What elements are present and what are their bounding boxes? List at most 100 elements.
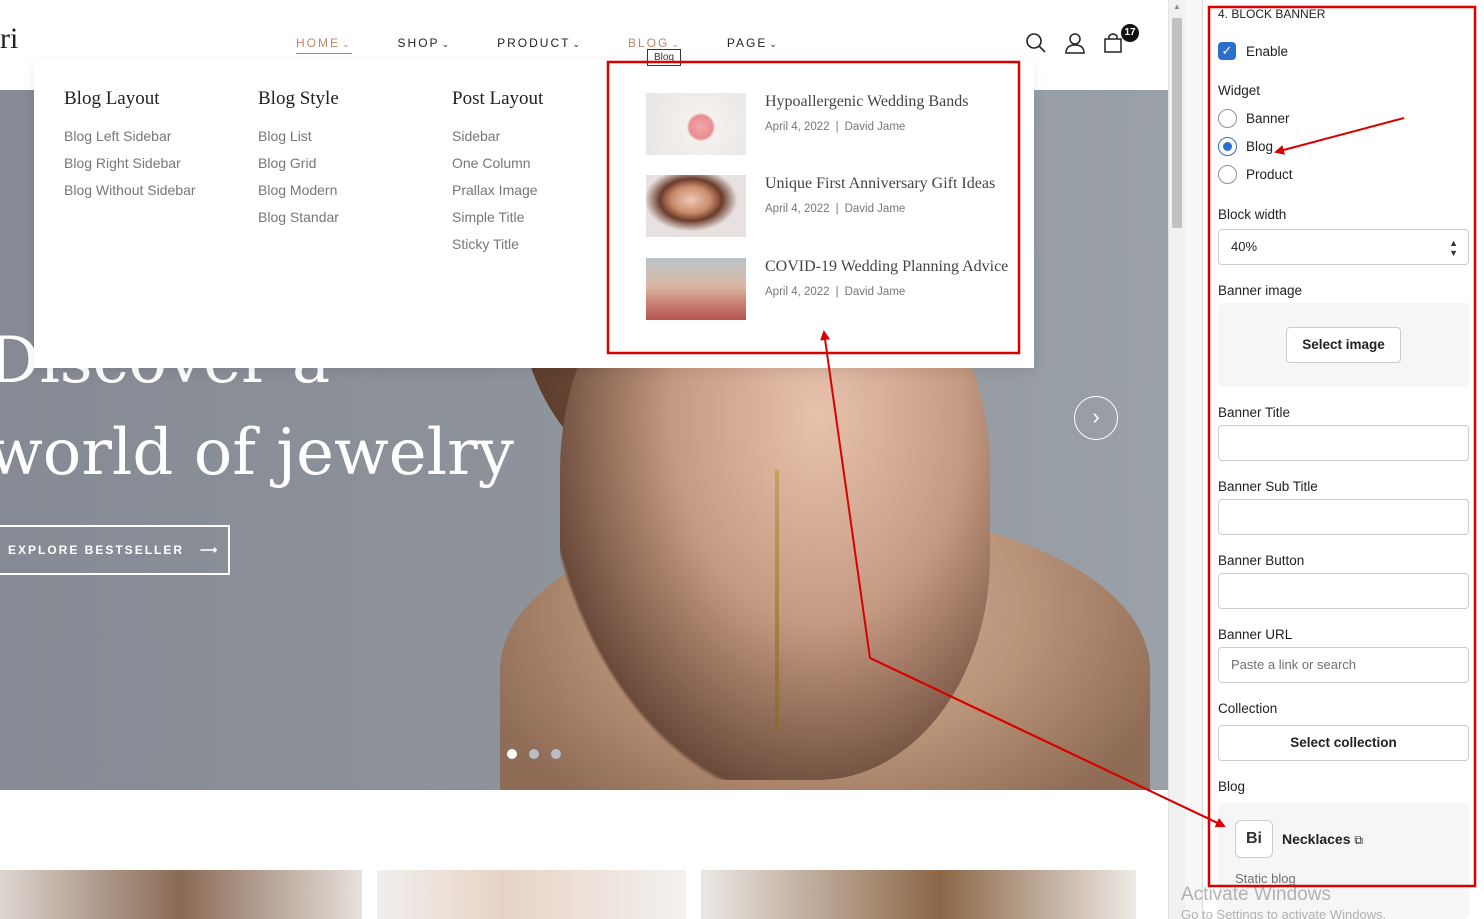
external-link-icon[interactable]: ⧉ (1354, 833, 1363, 847)
nav-page-label: PAGE (726, 36, 768, 50)
block-width-select[interactable]: 40% ▲ ▼ (1218, 229, 1469, 265)
menu-link[interactable]: Blog List (258, 128, 339, 144)
menu-link[interactable]: One Column (452, 155, 543, 171)
widget-option-blog[interactable]: Blog (1218, 137, 1273, 156)
post-author[interactable]: David Jame (845, 286, 906, 298)
menu-link[interactable]: Simple Title (452, 209, 543, 225)
panel-gutter (1185, 0, 1203, 919)
blog-name-link[interactable]: Necklaces ⧉ (1282, 831, 1363, 848)
menu-column-title: Blog Style (258, 88, 339, 109)
slider-dot-3[interactable] (551, 749, 561, 759)
radio-product-label: Product (1246, 167, 1293, 182)
slider-dot-2[interactable] (529, 749, 539, 759)
cart-count-badge: 17 (1121, 24, 1139, 42)
main-nav: HOME ⌄ SHOP ⌄ PRODUCT ⌄ BLOG ⌄ PAGE ⌄ (296, 36, 825, 54)
meta-separator: | (835, 203, 839, 215)
post-title[interactable]: Unique First Anniversary Gift Ideas (765, 175, 995, 193)
radio-blog[interactable] (1218, 137, 1237, 156)
post-title[interactable]: Hypoallergenic Wedding Bands (765, 93, 968, 111)
chevron-down-icon: ⌄ (342, 39, 352, 49)
post-date: April 4, 2022 (765, 286, 830, 298)
blog-label: Blog (1218, 779, 1246, 794)
nav-blog-label: BLOG (628, 36, 670, 50)
collection-tile-3[interactable] (701, 870, 1136, 919)
banner-subtitle-label: Banner Sub Title (1218, 479, 1318, 494)
post-title[interactable]: COVID-19 Wedding Planning Advice (765, 258, 1008, 276)
post-author[interactable]: David Jame (845, 203, 906, 215)
collection-tile-1[interactable] (0, 870, 362, 919)
menu-link[interactable]: Sidebar (452, 128, 543, 144)
radio-blog-label: Blog (1246, 139, 1274, 154)
user-icon[interactable] (1064, 32, 1086, 54)
menu-link[interactable]: Blog Standar (258, 209, 339, 225)
slider-next-button[interactable]: › (1074, 396, 1118, 440)
banner-title-input[interactable] (1218, 425, 1469, 461)
menu-link[interactable]: Blog Without Sidebar (64, 182, 196, 198)
slider-dot-1[interactable] (507, 749, 517, 759)
store-logo[interactable]: ri (0, 22, 18, 56)
meta-separator: | (835, 286, 839, 298)
nav-home[interactable]: HOME ⌄ (296, 36, 352, 54)
search-icon[interactable] (1025, 32, 1047, 54)
nav-shop[interactable]: SHOP ⌄ (398, 36, 452, 54)
scrollbar-thumb[interactable] (1172, 18, 1182, 228)
menu-link[interactable]: Prallax Image (452, 182, 543, 198)
radio-banner-label: Banner (1246, 111, 1290, 126)
blog-post-item[interactable]: Hypoallergenic Wedding Bands April 4, 20… (646, 93, 968, 155)
post-thumbnail[interactable] (646, 175, 746, 237)
menu-column-blog-layout: Blog Layout Blog Left Sidebar Blog Right… (64, 88, 196, 209)
banner-url-label: Banner URL (1218, 627, 1293, 642)
chevron-down-icon: ⌄ (572, 39, 582, 49)
windows-activation-watermark: Activate Windows (1181, 884, 1331, 905)
post-thumbnail[interactable] (646, 258, 746, 320)
explore-bestseller-button[interactable]: EXPLORE BESTSELLER ⟶ (0, 525, 230, 575)
menu-column-blog-style: Blog Style Blog List Blog Grid Blog Mode… (258, 88, 339, 236)
banner-image-dropzone: Select image (1218, 303, 1469, 387)
banner-button-input[interactable] (1218, 573, 1469, 609)
post-author[interactable]: David Jame (845, 121, 906, 133)
menu-link[interactable]: Blog Right Sidebar (64, 155, 196, 171)
nav-product[interactable]: PRODUCT ⌄ (497, 36, 582, 54)
banner-button-label: Banner Button (1218, 553, 1305, 568)
enable-checkbox[interactable]: ✓ (1218, 42, 1236, 60)
preview-scrollbar[interactable]: ▲ (1168, 0, 1185, 919)
hero-title-line-2: world of jewelry (0, 416, 514, 490)
menu-link[interactable]: Blog Modern (258, 182, 339, 198)
banner-subtitle-input[interactable] (1218, 499, 1469, 535)
blog-post-item[interactable]: Unique First Anniversary Gift Ideas Apri… (646, 175, 995, 237)
post-date: April 4, 2022 (765, 121, 830, 133)
enable-checkbox-row[interactable]: ✓ Enable (1218, 42, 1288, 60)
select-collection-button[interactable]: Select collection (1218, 725, 1469, 761)
radio-product[interactable] (1218, 165, 1237, 184)
arrow-right-icon: ⟶ (189, 543, 220, 557)
nav-home-label: HOME (296, 36, 340, 50)
explore-bestseller-label: EXPLORE BESTSELLER (8, 543, 185, 557)
widget-option-product[interactable]: Product (1218, 165, 1293, 184)
collection-tile-2[interactable] (377, 870, 686, 919)
post-date: April 4, 2022 (765, 203, 830, 215)
screen: ri HOME⌄ SHOP⌄ PRODUCT⌄ BLOG⌄ PAGE⌄ 17 D… (0, 0, 1484, 919)
menu-link[interactable]: Sticky Title (452, 236, 543, 252)
nav-shop-label: SHOP (397, 36, 440, 50)
nav-tooltip: Blog (647, 49, 682, 66)
scroll-up-icon[interactable]: ▲ (1173, 2, 1181, 11)
windows-activation-hint: Go to Settings to activate Windows. (1181, 907, 1387, 919)
block-width-label: Block width (1218, 207, 1287, 222)
blog-icon: Bi (1235, 820, 1273, 858)
section-title: 4. BLOCK BANNER (1218, 7, 1326, 21)
post-body: Hypoallergenic Wedding Bands April 4, 20… (765, 93, 968, 155)
banner-image-label: Banner image (1218, 283, 1303, 298)
chevron-down-icon: ⌄ (671, 39, 681, 49)
nav-page[interactable]: PAGE ⌄ (727, 36, 779, 54)
blog-post-item[interactable]: COVID-19 Wedding Planning Advice April 4… (646, 258, 1008, 320)
chevron-down-icon: ⌄ (441, 39, 452, 49)
slider-dots (507, 749, 561, 759)
menu-link[interactable]: Blog Grid (258, 155, 339, 171)
banner-url-input[interactable]: Paste a link or search (1218, 647, 1469, 683)
widget-option-banner[interactable]: Banner (1218, 109, 1290, 128)
post-thumbnail[interactable] (646, 93, 746, 155)
radio-banner[interactable] (1218, 109, 1237, 128)
menu-column-title: Post Layout (452, 88, 544, 109)
menu-link[interactable]: Blog Left Sidebar (64, 128, 196, 144)
select-image-button[interactable]: Select image (1286, 327, 1401, 363)
